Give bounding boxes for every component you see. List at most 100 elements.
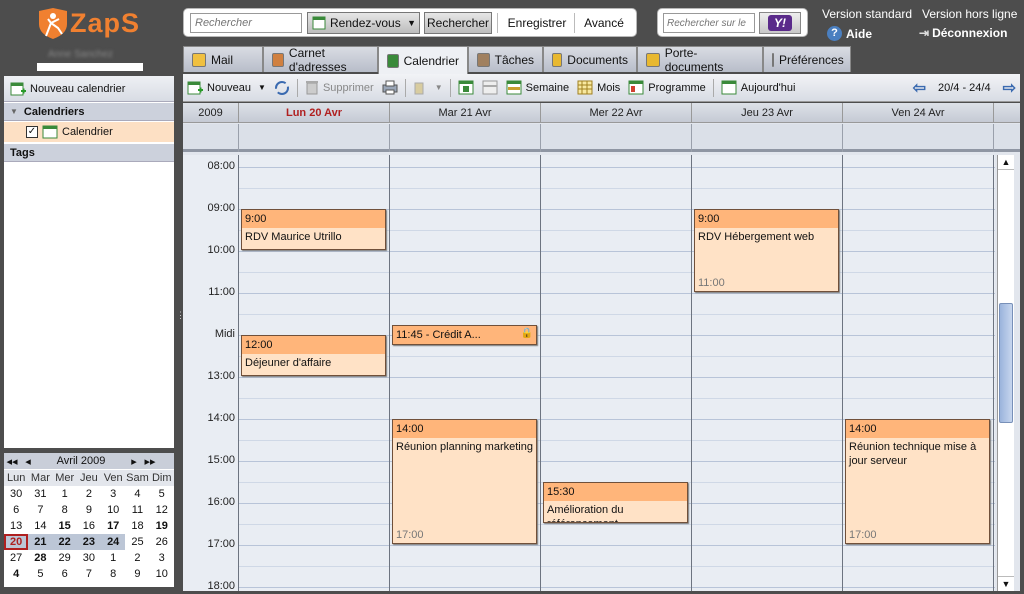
- mini-calendar-day[interactable]: 30: [77, 550, 101, 566]
- mini-calendar-day[interactable]: 10: [101, 502, 125, 518]
- mini-calendar-day[interactable]: 2: [77, 486, 101, 502]
- web-search-input[interactable]: [663, 13, 755, 33]
- refresh-button[interactable]: [270, 76, 294, 100]
- next-year-icon[interactable]: ▸▸: [142, 455, 158, 468]
- day-header[interactable]: Mar 21 Avr: [390, 103, 541, 123]
- tag-button[interactable]: ▼: [409, 76, 447, 100]
- previous-week-button[interactable]: ⇦: [909, 76, 930, 100]
- delete-button[interactable]: Supprimer: [301, 76, 378, 100]
- calendar-list-item[interactable]: ✓ Calendrier: [4, 122, 174, 142]
- mini-calendar-day[interactable]: 25: [125, 534, 149, 550]
- tab-tasks[interactable]: Tâches: [468, 46, 543, 72]
- prev-month-icon[interactable]: ◂: [20, 455, 36, 468]
- mini-calendar-day[interactable]: 8: [101, 566, 125, 582]
- appointment[interactable]: 9:00 RDV Hébergement web 11:00: [694, 209, 839, 292]
- mini-calendar-day[interactable]: 15: [53, 518, 77, 534]
- mini-calendar-day[interactable]: 24: [101, 534, 126, 550]
- offline-version-link[interactable]: Version hors ligne: [922, 7, 1017, 21]
- next-week-button[interactable]: ⇨: [999, 76, 1020, 100]
- mini-calendar-day[interactable]: 9: [77, 502, 101, 518]
- vertical-scrollbar[interactable]: ▲ ▼: [997, 155, 1014, 591]
- appointment[interactable]: 14:00 Réunion planning marketing 17:00: [392, 419, 537, 544]
- day-header[interactable]: Mer 22 Avr: [541, 103, 692, 123]
- all-day-row[interactable]: [183, 124, 1020, 152]
- mini-calendar-day[interactable]: 2: [125, 550, 149, 566]
- mini-calendar-day[interactable]: 26: [150, 534, 174, 550]
- month-view-button[interactable]: Mois: [573, 76, 624, 100]
- tab-documents[interactable]: Documents: [543, 46, 637, 72]
- mini-calendar-day[interactable]: 17: [101, 518, 125, 534]
- day-header[interactable]: Jeu 23 Avr: [692, 103, 843, 123]
- mini-calendar-day[interactable]: 4: [4, 566, 28, 582]
- calendar-checkbox[interactable]: ✓: [26, 126, 38, 138]
- mini-calendar-day[interactable]: 31: [28, 486, 52, 502]
- mini-calendar-day[interactable]: 5: [150, 486, 174, 502]
- week-view-button[interactable]: Semaine: [502, 76, 573, 100]
- mini-calendar-day[interactable]: 6: [4, 502, 28, 518]
- appointment[interactable]: 12:00 Déjeuner d'affaire: [241, 335, 386, 376]
- tab-briefcase[interactable]: Porte-documents: [637, 46, 763, 74]
- mini-calendar-day[interactable]: 13: [4, 518, 28, 534]
- search-type-select[interactable]: Rendez-vous ▼: [307, 12, 420, 34]
- schedule-view-button[interactable]: Programme: [624, 76, 709, 100]
- chevron-down-icon[interactable]: ▼: [258, 83, 266, 92]
- day-header[interactable]: Lun 20 Avr: [239, 103, 390, 123]
- mini-calendar-day[interactable]: 1: [101, 550, 125, 566]
- appointment[interactable]: 9:00 RDV Maurice Utrillo: [241, 209, 386, 250]
- standard-version-link[interactable]: Version standard: [822, 7, 912, 21]
- print-button[interactable]: [378, 76, 402, 100]
- appointment[interactable]: 11:45 - Crédit A... 🔒: [392, 324, 537, 345]
- mini-calendar-day[interactable]: 1: [53, 486, 77, 502]
- mini-calendar-day[interactable]: 11: [125, 502, 149, 518]
- day-header[interactable]: Ven 24 Avr: [843, 103, 994, 123]
- help-link[interactable]: ? Aide: [827, 26, 872, 41]
- new-button[interactable]: Nouveau ▼: [183, 76, 270, 100]
- mini-calendar-day[interactable]: 4: [125, 486, 149, 502]
- scroll-thumb[interactable]: [999, 303, 1013, 423]
- appointment[interactable]: 14:00 Réunion technique mise à jour serve…: [845, 419, 990, 544]
- mini-calendar-day[interactable]: 28: [28, 550, 52, 566]
- next-month-icon[interactable]: ▸: [126, 455, 142, 468]
- mini-calendar-day[interactable]: 27: [4, 550, 28, 566]
- mini-calendar-day[interactable]: 7: [77, 566, 101, 582]
- search-input[interactable]: [190, 13, 302, 33]
- save-search-button[interactable]: Enregistrer: [502, 12, 572, 34]
- mini-calendar-day[interactable]: 30: [4, 486, 28, 502]
- mini-calendar-day[interactable]: 20: [4, 534, 29, 550]
- advanced-search-button[interactable]: Avancé: [578, 12, 630, 34]
- mini-calendar-day[interactable]: 6: [53, 566, 77, 582]
- appointment[interactable]: 15:30 Amélioration du référencement: [543, 482, 688, 523]
- mini-calendar-day[interactable]: 18: [125, 518, 149, 534]
- mini-calendar-day[interactable]: 22: [52, 534, 77, 550]
- mini-calendar-day[interactable]: 29: [53, 550, 77, 566]
- mini-calendar-day[interactable]: 3: [101, 486, 125, 502]
- mini-calendar-day[interactable]: 16: [77, 518, 101, 534]
- mini-calendar-day[interactable]: 23: [76, 534, 102, 550]
- workweek-view-button[interactable]: [478, 76, 502, 100]
- web-search-button[interactable]: Y!: [759, 12, 801, 34]
- tab-mail[interactable]: Mail: [183, 46, 263, 72]
- tags-section-header[interactable]: Tags: [4, 144, 174, 162]
- mini-calendar-day[interactable]: 9: [125, 566, 149, 582]
- new-calendar-button[interactable]: Nouveau calendrier: [4, 76, 174, 102]
- scroll-up-icon[interactable]: ▲: [998, 155, 1014, 170]
- prev-year-icon[interactable]: ◂◂: [4, 455, 20, 468]
- logout-link[interactable]: ⇥ Déconnexion: [919, 26, 1007, 40]
- mini-calendar-day[interactable]: 10: [150, 566, 174, 582]
- tab-contacts[interactable]: Carnet d'adresses: [263, 46, 378, 74]
- mini-calendar-day[interactable]: 19: [150, 518, 174, 534]
- mini-calendar-day[interactable]: 3: [150, 550, 174, 566]
- mini-calendar-day[interactable]: 7: [28, 502, 52, 518]
- mini-calendar-day[interactable]: 21: [28, 534, 53, 550]
- time-grid[interactable]: 08:00 09:00 10:00 11:00 Midi 13:00 14:00 15:00 1…: [183, 155, 995, 591]
- scroll-down-icon[interactable]: ▼: [998, 576, 1014, 591]
- mini-calendar-day[interactable]: 5: [28, 566, 52, 582]
- mini-calendar-day[interactable]: 8: [53, 502, 77, 518]
- day-view-button[interactable]: [454, 76, 478, 100]
- tab-calendar[interactable]: Calendrier: [378, 46, 468, 74]
- mini-calendar-day[interactable]: 14: [28, 518, 52, 534]
- chevron-down-icon[interactable]: ▼: [435, 83, 443, 92]
- mini-calendar-day[interactable]: 12: [150, 502, 174, 518]
- calendars-section-header[interactable]: ▼ Calendriers: [4, 103, 174, 121]
- today-button[interactable]: Aujourd'hui: [717, 76, 800, 100]
